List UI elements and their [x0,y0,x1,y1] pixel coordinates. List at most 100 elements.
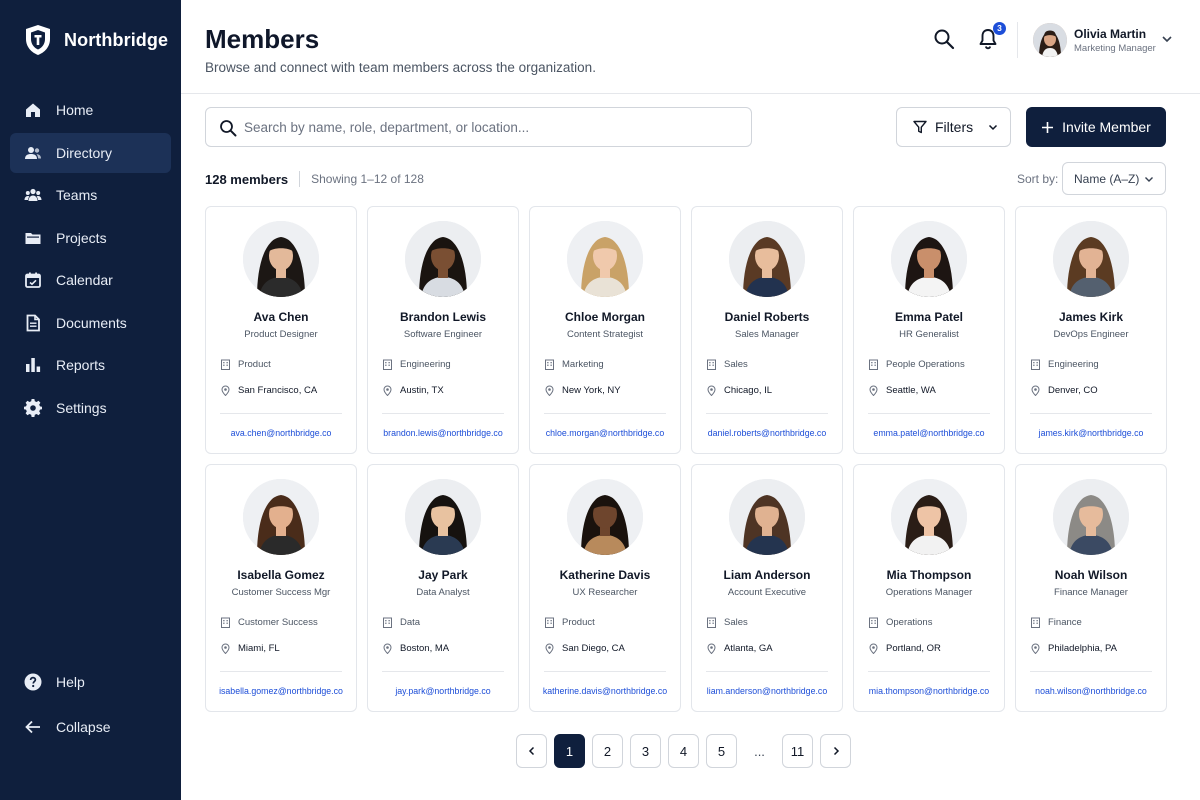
sidebar-bottom-nav: Help Collapse [10,662,171,752]
member-card[interactable]: Isabella Gomez Customer Success Mgr Custom… [205,464,357,712]
sidebar-item-reports[interactable]: Reports [10,345,171,385]
member-email-link[interactable]: isabella.gomez@northbridge.co [206,686,356,696]
sidebar-item-home[interactable]: Home [10,90,171,130]
team-icon [24,186,42,204]
member-email-link[interactable]: ava.chen@northbridge.co [206,428,356,438]
member-email-link[interactable]: brandon.lewis@northbridge.co [368,428,518,438]
search-input[interactable] [244,109,744,145]
sidebar-item-help[interactable]: Help [10,662,171,702]
prev-page-button[interactable] [516,734,547,768]
sidebar-item-collapse[interactable]: Collapse [10,707,171,747]
brand[interactable]: Northbridge [24,24,168,56]
member-email-link[interactable]: james.kirk@northbridge.co [1016,428,1166,438]
member-location: Philadelphia, PA [1030,643,1117,654]
member-card[interactable]: Mia Thompson Operations Manager Operations… [853,464,1005,712]
building-icon [221,617,230,628]
page-button-last[interactable]: 11 [782,734,813,768]
map-pin-icon [869,643,878,654]
showing-range: Showing 1–12 of 128 [311,172,424,186]
member-card[interactable]: Katherine Davis UX Researcher Product San D… [529,464,681,712]
member-card[interactable]: Liam Anderson Account Executive Sales Atlan… [691,464,843,712]
member-card[interactable]: Chloe Morgan Content Strategist Marketing N… [529,206,681,454]
avatar [567,221,643,297]
next-page-button[interactable] [820,734,851,768]
chevron-down-icon [1162,36,1172,43]
avatar [243,479,319,555]
department-label: Finance [1048,617,1082,628]
building-icon [221,359,230,370]
card-divider [220,671,342,672]
invite-member-button[interactable]: Invite Member [1026,107,1166,147]
home-icon [24,101,42,119]
member-role: Product Designer [244,329,318,340]
search-icon[interactable] [933,28,955,50]
member-card[interactable]: Jay Park Data Analyst Data Boston, MA jay.pa… [367,464,519,712]
member-card[interactable]: Ava Chen Product Designer Product San Franc… [205,206,357,454]
location-label: Portland, OR [886,643,941,654]
member-card[interactable]: Brandon Lewis Software Engineer Engineerin… [367,206,519,454]
member-department: People Operations [868,359,965,370]
location-label: Atlanta, GA [724,643,773,654]
member-email-link[interactable]: chloe.morgan@northbridge.co [530,428,680,438]
member-email-link[interactable]: mia.thompson@northbridge.co [854,686,1004,696]
sidebar-item-directory[interactable]: Directory [10,132,171,173]
document-icon [24,314,42,332]
member-email-link[interactable]: jay.park@northbridge.co [368,686,518,696]
member-email-link[interactable]: katherine.davis@northbridge.co [530,686,680,696]
map-pin-icon [545,643,554,654]
page-button-1[interactable]: 1 [554,734,585,768]
chevron-down-icon [1145,177,1153,182]
department-label: Engineering [400,359,451,370]
member-role: Finance Manager [1054,587,1128,598]
card-divider [544,671,666,672]
sidebar-item-label: Calendar [56,272,113,288]
brand-name: Northbridge [64,29,169,50]
sidebar-item-calendar[interactable]: Calendar [10,260,171,300]
filters-button[interactable]: Filters [896,107,1011,147]
location-label: Seattle, WA [886,385,936,396]
member-card[interactable]: James Kirk DevOps Engineer Engineering Denv… [1015,206,1167,454]
member-name: Chloe Morgan [565,310,645,324]
sidebar-item-documents[interactable]: Documents [10,303,171,343]
member-email-link[interactable]: emma.patel@northbridge.co [854,428,1004,438]
location-label: Austin, TX [400,385,444,396]
help-icon [24,673,42,691]
department-label: People Operations [886,359,965,370]
department-label: Product [562,617,595,628]
member-card[interactable]: Emma Patel HR Generalist People Operations… [853,206,1005,454]
map-pin-icon [221,643,230,654]
member-location: San Francisco, CA [220,385,317,396]
avatar [891,479,967,555]
sort-select[interactable]: Name (A–Z) [1062,162,1166,195]
sidebar-nav: Home Directory Teams Projects Calendar D… [10,90,171,430]
member-name: Isabella Gomez [237,568,325,582]
member-email-link[interactable]: daniel.roberts@northbridge.co [692,428,842,438]
card-divider [544,413,666,414]
plus-icon [1042,121,1054,133]
avatar [729,221,805,297]
search-icon [220,120,237,137]
member-email-link[interactable]: liam.anderson@northbridge.co [692,686,842,696]
page-button-3[interactable]: 3 [630,734,661,768]
member-card[interactable]: Daniel Roberts Sales Manager Sales Chicago,… [691,206,843,454]
member-department: Customer Success [220,617,318,628]
map-pin-icon [1031,643,1040,654]
member-location: New York, NY [544,385,621,396]
member-location: Denver, CO [1030,385,1098,396]
page-button-2[interactable]: 2 [592,734,623,768]
page-button-4[interactable]: 4 [668,734,699,768]
page-button-5[interactable]: 5 [706,734,737,768]
sidebar-item-teams[interactable]: Teams [10,175,171,215]
arrow-left-icon [24,718,42,736]
sidebar-item-label: Settings [56,399,107,416]
user-profile-menu[interactable]: Olivia Martin Marketing Manager [1033,21,1173,59]
sidebar-item-projects[interactable]: Projects [10,218,171,258]
member-card[interactable]: Noah Wilson Finance Manager Finance Philade… [1015,464,1167,712]
page-header: Members Browse and connect with team mem… [181,0,1200,94]
sidebar-item-settings[interactable]: Settings [10,388,171,428]
member-name: Liam Anderson [723,568,811,582]
member-name: Jay Park [418,568,468,582]
member-email-link[interactable]: noah.wilson@northbridge.co [1016,686,1166,696]
sidebar: Northbridge Home Directory Teams Project… [0,0,181,800]
member-role: UX Researcher [572,587,638,598]
